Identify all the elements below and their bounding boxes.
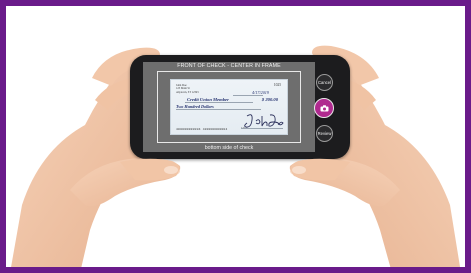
phone: FRONT OF CHECK - CENTER IN FRAME John Do… (130, 55, 350, 159)
capture-hint: bottom side of check (204, 145, 254, 151)
image-frame: FRONT OF CHECK - CENTER IN FRAME John Do… (0, 0, 471, 273)
check-amount: $ 200.00 (261, 97, 278, 102)
check-image: John Doe 123 Main St Anytown, ST 12345 1… (170, 79, 288, 135)
owner-city: Anytown, ST 12345 (176, 90, 199, 94)
camera-viewfinder: FRONT OF CHECK - CENTER IN FRAME John Do… (143, 62, 315, 152)
check-owner-address: John Doe 123 Main St Anytown, ST 12345 (176, 84, 199, 94)
signature-mark (244, 114, 284, 128)
review-button[interactable]: Review (316, 125, 333, 142)
check-micr-line: 400000000004 400000000004 (176, 127, 228, 131)
capture-instruction: FRONT OF CHECK - CENTER IN FRAME (177, 63, 281, 69)
cancel-button[interactable]: Cancel (316, 74, 333, 91)
check-number: 1025 (273, 83, 281, 87)
camera-icon (320, 104, 328, 111)
review-label: Review (317, 131, 332, 136)
cancel-label: Cancel (317, 80, 332, 85)
shutter-button[interactable] (314, 98, 334, 118)
